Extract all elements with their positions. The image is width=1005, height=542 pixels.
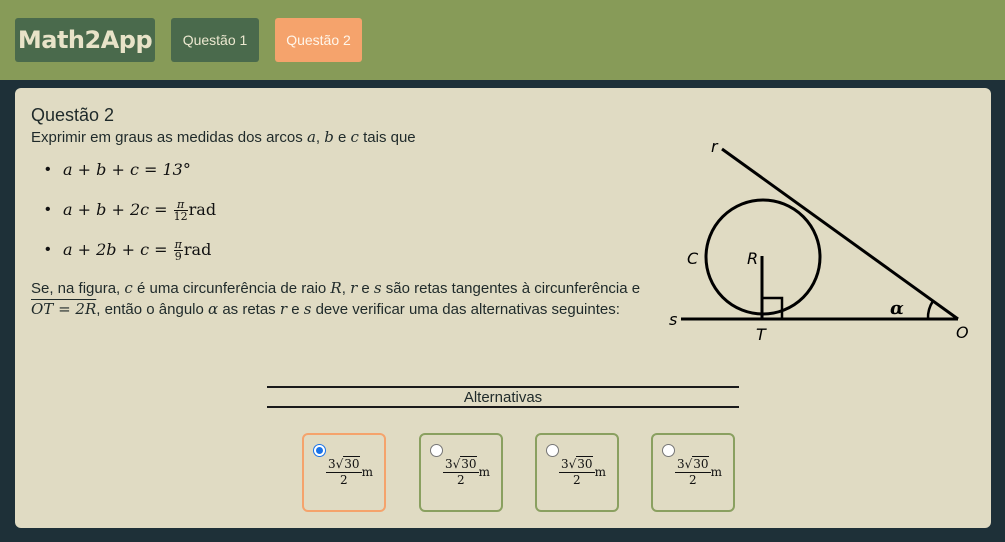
equation-text: a + b + c = 13°	[63, 160, 191, 179]
tab-questao-2[interactable]: Questão 2	[275, 18, 362, 62]
question-panel: Questão 2 Exprimir em graus as medidas d…	[15, 88, 991, 528]
option-math: 3√30 2 m	[559, 456, 606, 487]
alternative-option-2[interactable]: 3√30 2 m	[419, 433, 503, 512]
question-prompt: Exprimir em graus as medidas dos arcos a…	[31, 128, 416, 146]
label-T: T	[756, 325, 767, 344]
fraction: π9	[173, 238, 183, 263]
option-math: 3√30 2 m	[326, 456, 373, 487]
geometry-figure: r C R s T α O	[669, 137, 969, 344]
label-C: C	[687, 249, 699, 268]
radio-button[interactable]	[430, 444, 443, 457]
alternative-option-3[interactable]: 3√30 2 m	[535, 433, 619, 512]
radio-button[interactable]	[662, 444, 675, 457]
question-title: Questão 2	[31, 105, 115, 125]
app-logo[interactable]: Math2App	[15, 18, 155, 62]
alternative-option-1[interactable]: 3√30 2 m	[302, 433, 386, 512]
option-math: 3√30 2 m	[675, 456, 722, 487]
equation-text: a + 2b + c =	[63, 240, 173, 259]
alternative-option-4[interactable]: 3√30 2 m	[651, 433, 735, 512]
tab-questao-1[interactable]: Questão 1	[171, 18, 259, 62]
equation-item: a + b + c = 13°	[45, 158, 216, 198]
angle-arc	[926, 300, 935, 320]
equation-text: a + b + 2c =	[63, 200, 173, 219]
equation-item: a + 2b + c = π9rad	[45, 238, 216, 278]
option-math: 3√30 2 m	[443, 456, 490, 487]
label-s: s	[669, 310, 677, 329]
label-alpha: α	[890, 298, 904, 319]
radio-button[interactable]	[313, 444, 326, 457]
right-angle-mark	[762, 296, 784, 319]
top-bar: Math2App Questão 1 Questão 2	[0, 0, 1005, 80]
radio-button[interactable]	[546, 444, 559, 457]
equation-item: a + b + 2c = π12rad	[45, 198, 216, 238]
label-R: R	[747, 249, 758, 268]
line-r	[721, 147, 959, 321]
fraction: π 12	[173, 198, 188, 223]
equation-list: a + b + c = 13° a + b + 2c = π12rad a + …	[45, 158, 216, 278]
label-O: O	[956, 323, 969, 342]
figure-description: Se, na figura, c é uma circunferência de…	[31, 279, 641, 318]
alternatives-header: Alternativas	[267, 386, 739, 408]
label-r: r	[711, 137, 719, 156]
ot-expression: OT = 2R	[31, 300, 97, 318]
